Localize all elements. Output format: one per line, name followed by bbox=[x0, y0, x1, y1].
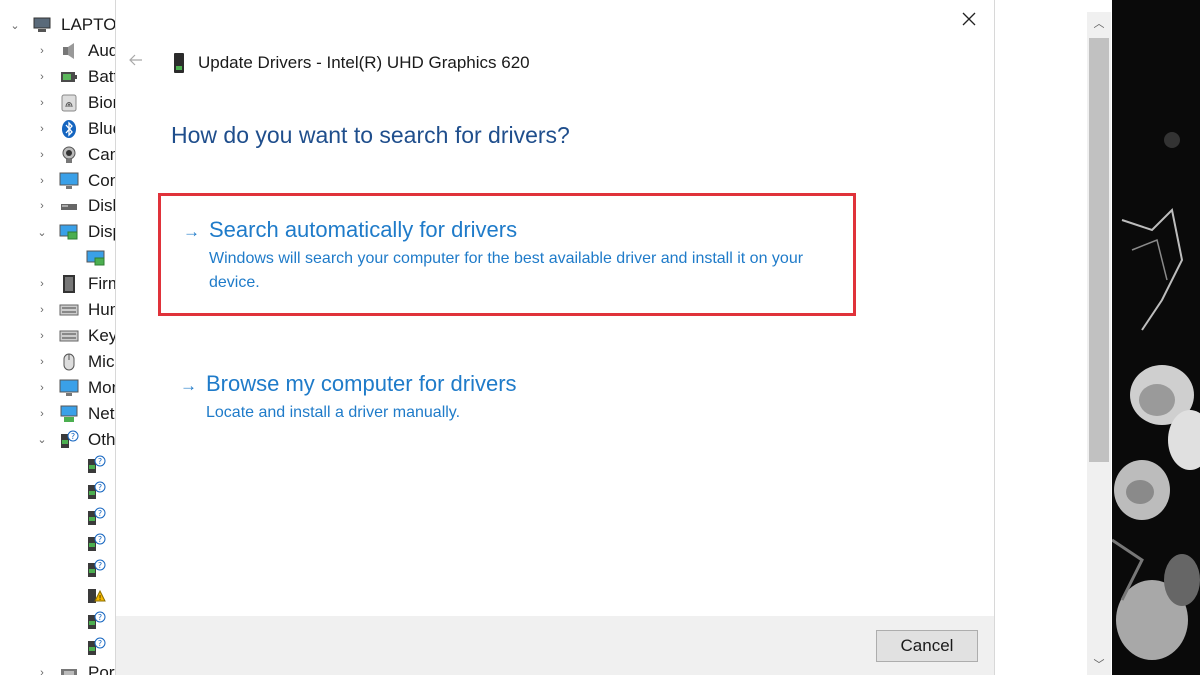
search-automatically-option[interactable]: → Search automatically for drivers Windo… bbox=[158, 193, 856, 316]
graphics-card-icon bbox=[174, 53, 184, 73]
option-description: Windows will search your computer for th… bbox=[209, 250, 804, 291]
svg-text:?: ? bbox=[98, 639, 102, 648]
chevron-right-icon[interactable]: › bbox=[37, 123, 47, 135]
svg-text:?: ? bbox=[98, 509, 102, 518]
bluetooth-icon bbox=[62, 119, 76, 138]
speaker-icon bbox=[63, 43, 74, 59]
chevron-down-icon[interactable]: ⌄ bbox=[10, 20, 20, 32]
port-icon bbox=[61, 668, 77, 675]
camera-icon bbox=[62, 146, 76, 163]
option-description: Locate and install a driver manually. bbox=[206, 404, 461, 421]
monitor-icon bbox=[59, 379, 79, 396]
chevron-right-icon[interactable]: › bbox=[37, 304, 47, 316]
unknown-device-icon: ? bbox=[88, 481, 106, 500]
tree-item-label: Net bbox=[88, 403, 115, 423]
dialog-footer: Cancel bbox=[116, 616, 994, 675]
chevron-right-icon[interactable]: › bbox=[37, 45, 47, 57]
cancel-button[interactable]: Cancel bbox=[876, 630, 978, 662]
unknown-device-icon: ? bbox=[88, 637, 106, 655]
dialog-heading: How do you want to search for drivers? bbox=[171, 122, 570, 148]
keyboard-icon bbox=[59, 304, 79, 316]
chevron-right-icon[interactable]: › bbox=[37, 97, 47, 109]
tree-item-label: Mic bbox=[88, 351, 115, 371]
chevron-right-icon[interactable]: › bbox=[37, 278, 47, 290]
update-drivers-dialog: Update Drivers - Intel(R) UHD Graphics 6… bbox=[116, 0, 994, 675]
firmware-icon bbox=[63, 275, 75, 294]
tree-item-label: Oth bbox=[88, 429, 116, 449]
chevron-right-icon[interactable]: › bbox=[37, 408, 47, 420]
chevron-right-icon[interactable]: › bbox=[37, 330, 47, 342]
chevron-right-icon[interactable]: › bbox=[37, 149, 47, 161]
svg-text:!: ! bbox=[99, 594, 102, 602]
svg-text:?: ? bbox=[98, 561, 102, 570]
option-title: Browse my computer for drivers bbox=[206, 371, 517, 396]
chevron-right-icon[interactable]: › bbox=[37, 200, 47, 212]
monitor-icon bbox=[59, 172, 79, 189]
chevron-right-icon[interactable]: › bbox=[37, 71, 47, 83]
svg-text:?: ? bbox=[98, 535, 102, 544]
keyboard-icon bbox=[59, 330, 79, 342]
unknown-device-icon: ? bbox=[88, 611, 106, 629]
unknown-device-icon: ? bbox=[88, 533, 106, 552]
browse-computer-option[interactable]: → Browse my computer for drivers Locate … bbox=[158, 350, 856, 443]
battery-icon bbox=[61, 71, 77, 82]
chevron-right-icon[interactable]: › bbox=[37, 356, 47, 368]
tree-item-label: Port bbox=[88, 662, 120, 675]
scroll-down-arrow-icon[interactable]: ﹀ bbox=[1087, 653, 1111, 675]
arrow-right-icon: → bbox=[183, 222, 200, 241]
dialog-title: Update Drivers - Intel(R) UHD Graphics 6… bbox=[198, 53, 530, 72]
tree-item-label: Batt bbox=[88, 66, 119, 86]
tree-item-label: Con bbox=[88, 170, 120, 190]
scroll-up-arrow-icon[interactable]: ︿ bbox=[1087, 12, 1111, 34]
disk-drive-icon bbox=[61, 204, 77, 211]
unknown-device-icon: ? bbox=[88, 559, 106, 577]
fingerprint-icon bbox=[61, 94, 77, 112]
close-icon bbox=[962, 12, 976, 26]
unknown-device-icon: ? bbox=[88, 507, 106, 526]
svg-text:?: ? bbox=[98, 483, 102, 492]
svg-text:?: ? bbox=[98, 613, 102, 622]
scrollbar-thumb[interactable] bbox=[1089, 38, 1109, 462]
mouse-icon bbox=[63, 353, 75, 371]
option-title: Search automatically for drivers bbox=[209, 217, 518, 242]
close-button[interactable] bbox=[958, 8, 980, 30]
computer-icon bbox=[33, 17, 51, 32]
display-adapter-icon bbox=[59, 224, 78, 240]
back-arrow-icon bbox=[129, 54, 142, 66]
network-icon bbox=[60, 405, 78, 422]
warning-device-icon: ! bbox=[88, 588, 106, 603]
roses-wallpaper-image bbox=[1112, 0, 1200, 675]
unknown-device-icon: ? bbox=[88, 455, 106, 474]
svg-text:?: ? bbox=[71, 432, 75, 441]
display-adapter-icon bbox=[86, 250, 105, 266]
chevron-right-icon[interactable]: › bbox=[37, 382, 47, 394]
desktop-wallpaper bbox=[1112, 0, 1200, 675]
chevron-down-icon[interactable]: ⌄ bbox=[37, 434, 47, 446]
svg-text:?: ? bbox=[98, 457, 102, 466]
chevron-right-icon[interactable]: › bbox=[37, 175, 47, 187]
chevron-right-icon[interactable]: › bbox=[37, 667, 47, 675]
chevron-down-icon[interactable]: ⌄ bbox=[37, 227, 47, 239]
unknown-device-icon: ? bbox=[61, 430, 79, 448]
back-button[interactable] bbox=[128, 52, 144, 68]
device-manager-scrollbar[interactable]: ︿ ﹀ bbox=[1087, 12, 1111, 675]
arrow-right-icon: → bbox=[180, 376, 197, 395]
